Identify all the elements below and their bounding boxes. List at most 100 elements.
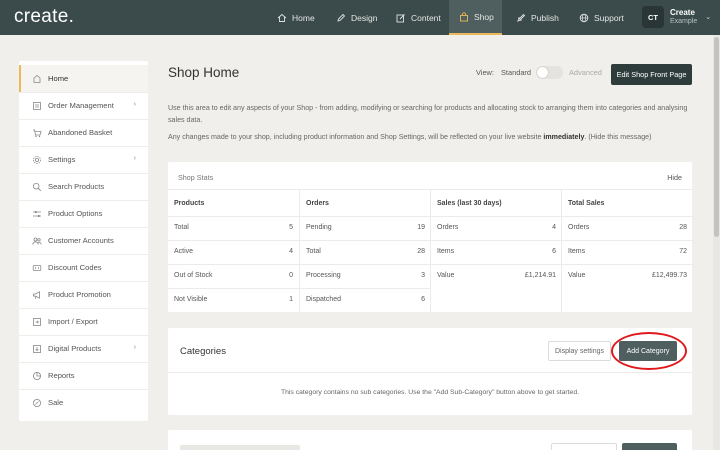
search-icon <box>32 182 42 191</box>
chart-icon <box>33 371 41 380</box>
stat-value: 3 <box>421 272 425 279</box>
create-logo[interactable]: create. <box>14 6 74 28</box>
nav-publish-label: Publish <box>531 12 559 23</box>
sidebar-item-abandoned-basket[interactable]: Abandoned Basket <box>19 119 148 146</box>
stat-label: Total <box>306 248 321 255</box>
sidebar-item-label: Reports <box>48 371 75 380</box>
stat-row: Total 28 <box>300 240 431 264</box>
stat-row: Active 4 <box>168 240 299 264</box>
nav-publish[interactable]: Publish <box>516 0 559 35</box>
nav-home-label: Home <box>292 12 315 23</box>
categories-empty-message: This category contains no sub categories… <box>280 389 580 396</box>
sidebar-item-label: Discount Codes <box>48 263 102 272</box>
stat-value: 0 <box>289 272 293 279</box>
pencil-icon <box>337 13 346 22</box>
view-standard-label: Standard <box>501 68 531 77</box>
sidebar-item-label: Sale <box>48 398 64 407</box>
stat-label: Items <box>437 248 455 255</box>
stat-label: Value <box>568 272 586 279</box>
nav-support[interactable]: Support <box>579 0 624 35</box>
sidebar-item-settings[interactable]: Settings › <box>19 146 148 173</box>
tag-icon <box>32 264 42 271</box>
hide-stats-link[interactable]: Hide <box>667 173 682 182</box>
sidebar-item-label: Product Promotion <box>48 290 111 299</box>
stat-label: Processing <box>306 272 341 279</box>
stat-row: Value £12,499.73 <box>562 264 693 288</box>
stat-label: Out of Stock <box>174 272 213 279</box>
next-section-primary-button[interactable] <box>622 443 677 450</box>
gear-icon <box>33 155 41 164</box>
sidebar-item-product-promotion[interactable]: Product Promotion <box>19 281 148 308</box>
stat-value: 5 <box>289 224 293 231</box>
highlight-circle <box>611 332 687 370</box>
users-icon <box>32 237 42 245</box>
stat-value: 6 <box>421 296 425 303</box>
sidebar-item-label: Product Options <box>48 209 103 218</box>
sidebar-item-sale[interactable]: Sale <box>19 389 148 416</box>
sidebar-item-reports[interactable]: Reports <box>19 362 148 389</box>
intro-text: Use this area to edit any aspects of you… <box>168 104 688 124</box>
sidebar-item-product-options[interactable]: Product Options <box>19 200 148 227</box>
sliders-icon <box>33 210 41 217</box>
next-section-title <box>180 445 300 450</box>
categories-title: Categories <box>180 346 226 357</box>
nav-design[interactable]: Design <box>336 0 377 35</box>
home-icon <box>33 74 41 83</box>
stat-row: Items 6 <box>431 240 562 264</box>
page-title: Shop Home <box>168 65 240 80</box>
stat-row: Dispatched 6 <box>300 288 431 312</box>
rocket-icon <box>516 13 526 22</box>
stats-column-sales-30-days: Sales (last 30 days) Orders 4 Items 6 Valu… <box>430 190 562 312</box>
nav-support-label: Support <box>594 12 624 23</box>
stat-label: Orders <box>568 224 590 231</box>
hide-message-link[interactable]: . (Hide this message) <box>584 133 651 141</box>
account-menu[interactable]: CT Create Example ⌄ <box>642 6 711 28</box>
sidebar-item-import-export[interactable]: Import / Export <box>19 308 148 335</box>
home-icon <box>277 13 287 22</box>
next-section-secondary-button[interactable] <box>551 443 617 450</box>
stat-label: Not Visible <box>174 296 208 303</box>
edit-shop-front-page-button[interactable]: Edit Shop Front Page <box>611 64 692 85</box>
stat-row: Pending 19 <box>300 216 431 240</box>
stat-label: Value <box>437 272 455 279</box>
sidebar-item-order-management[interactable]: Order Management › <box>19 92 148 119</box>
import-export-icon <box>33 317 41 326</box>
column-heading: Sales (last 30 days) <box>437 200 502 207</box>
sidebar-item-label: Customer Accounts <box>48 236 114 245</box>
stats-column-orders: Orders Pending 19 Total 28 Processing 3 Dis… <box>299 190 431 312</box>
stat-label: Active <box>174 248 194 255</box>
sidebar-item-digital-products[interactable]: Digital Products › <box>19 335 148 362</box>
sidebar-item-label: Abandoned Basket <box>48 128 113 137</box>
sidebar-item-customer-accounts[interactable]: Customer Accounts <box>19 227 148 254</box>
display-settings-button[interactable]: Display settings <box>548 341 611 361</box>
stat-value: 28 <box>417 248 425 255</box>
globe-icon <box>579 13 589 22</box>
shop-icon <box>460 11 468 21</box>
page-scrollbar[interactable] <box>713 35 720 450</box>
nav-home[interactable]: Home <box>277 0 315 35</box>
stat-value: 19 <box>417 224 425 231</box>
nav-shop-label: Shop <box>474 11 494 22</box>
avatar: CT <box>642 6 664 28</box>
scrollbar-thumb[interactable] <box>714 37 719 237</box>
stat-label: Pending <box>306 224 332 231</box>
stat-label: Items <box>568 248 586 255</box>
notice-text: Any changes made to your shop, including… <box>168 133 544 141</box>
stat-row: Items 72 <box>562 240 693 264</box>
stat-value: 72 <box>679 248 687 255</box>
stat-row: Total 5 <box>168 216 299 240</box>
basket-icon <box>33 129 42 137</box>
nav-content[interactable]: Content <box>396 0 441 35</box>
nav-design-label: Design <box>351 12 378 23</box>
sidebar-item-search-products[interactable]: Search Products <box>19 173 148 200</box>
stat-value: £1,214.91 <box>524 272 556 279</box>
nav-content-label: Content <box>411 12 441 23</box>
account-subtitle: Example <box>670 17 698 25</box>
sidebar-item-home[interactable]: Home <box>19 65 148 92</box>
stat-value: 4 <box>289 248 293 255</box>
view-mode-toggle[interactable] <box>536 66 563 79</box>
chevron-down-icon: ⌄ <box>705 14 712 21</box>
nav-shop[interactable]: Shop <box>449 0 502 35</box>
sidebar-item-discount-codes[interactable]: Discount Codes <box>19 254 148 281</box>
stat-value: 1 <box>289 296 293 303</box>
